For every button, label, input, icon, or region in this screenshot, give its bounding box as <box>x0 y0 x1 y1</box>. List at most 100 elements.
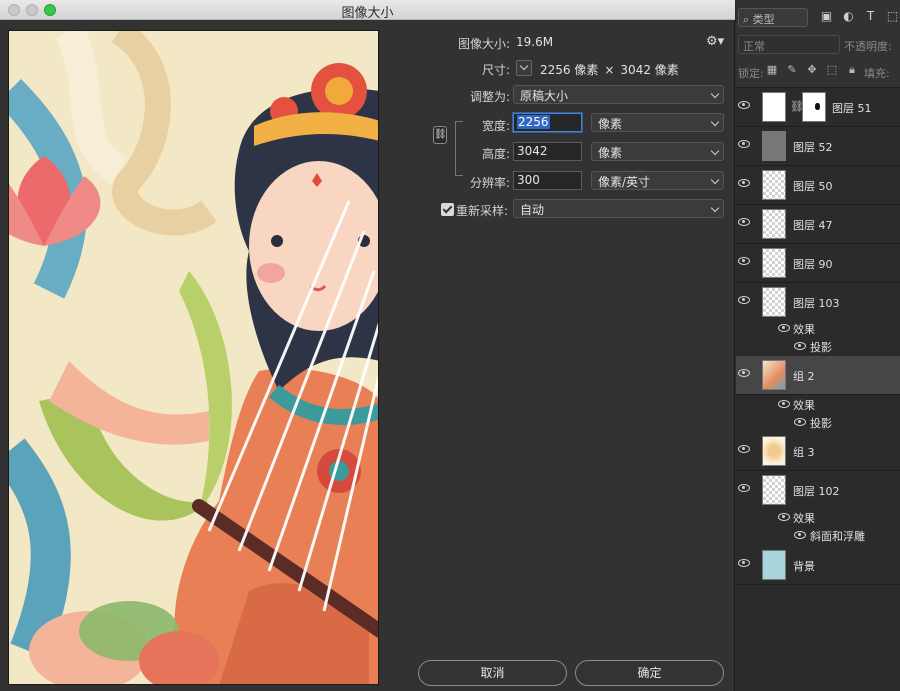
eye-icon[interactable] <box>778 400 790 408</box>
layer-name: 图层 51 <box>832 102 872 115</box>
effect-bevel-row[interactable]: 斜面和浮雕 <box>736 526 900 544</box>
width-value: 2256 <box>517 115 550 129</box>
resolution-unit-value: 像素/英寸 <box>598 175 651 189</box>
eye-icon[interactable] <box>794 342 806 350</box>
lock-label: 锁定: <box>738 67 764 80</box>
dimensions-height: 3042 像素 <box>620 63 679 77</box>
layer-row[interactable]: 组 2 <box>736 356 900 395</box>
layer-row[interactable]: 图层 102 <box>736 471 900 510</box>
resample-select[interactable]: 自动 <box>513 199 724 218</box>
ok-button[interactable]: 确定 <box>575 660 724 686</box>
layer-mask-thumbnail[interactable] <box>802 92 826 122</box>
layer-row[interactable]: 图层 103 <box>736 283 900 322</box>
fit-to-label: 调整为: <box>469 90 510 104</box>
layers-panel: ⌕ 类型 ▣ ◐ T ⬚ 正常 不透明度: 锁定: ▦ ✎ ✥ ⬚ 🔒︎ 填充:… <box>736 0 900 691</box>
eye-icon[interactable] <box>794 531 806 539</box>
resample-checkbox[interactable] <box>441 203 454 216</box>
resolution-input[interactable]: 300 <box>513 171 582 190</box>
width-unit-value: 像素 <box>598 117 623 131</box>
image-size-label: 图像大小: <box>457 37 510 51</box>
effects-label: 效果 <box>793 399 815 412</box>
eye-icon[interactable] <box>738 140 750 148</box>
chevron-down-icon <box>710 89 720 99</box>
layer-name: 组 3 <box>793 446 815 459</box>
width-input[interactable]: 2256 <box>513 113 582 132</box>
effects-label: 效果 <box>793 512 815 525</box>
dimensions-label: 尺寸: <box>481 63 510 77</box>
layer-row[interactable]: ⛓ 图层 51 <box>736 88 900 127</box>
eye-icon[interactable] <box>738 218 750 226</box>
lock-paint-icon[interactable]: ✎ <box>786 64 798 76</box>
kind-filter-value: 类型 <box>752 13 775 26</box>
eye-icon[interactable] <box>738 559 750 567</box>
layer-row[interactable]: 背景 <box>736 546 900 585</box>
layer-thumbnail <box>762 475 786 505</box>
adjustment-filter-icon[interactable]: ◐ <box>842 10 855 23</box>
eye-icon[interactable] <box>738 257 750 265</box>
layer-name: 图层 103 <box>793 297 840 310</box>
layer-thumbnail <box>762 131 786 161</box>
chevron-down-icon <box>710 203 720 213</box>
width-unit-select[interactable]: 像素 <box>591 113 724 132</box>
eye-icon[interactable] <box>738 484 750 492</box>
shape-filter-icon[interactable]: ⬚ <box>886 10 899 23</box>
eye-icon[interactable] <box>738 445 750 453</box>
height-input[interactable]: 3042 <box>513 142 582 161</box>
lock-transparent-icon[interactable]: ▦ <box>766 64 778 76</box>
eye-icon[interactable] <box>738 369 750 377</box>
effects-row[interactable]: 效果 <box>736 319 900 337</box>
effect-name: 投影 <box>810 417 832 430</box>
chevron-down-icon <box>710 146 720 156</box>
effect-name: 投影 <box>810 341 832 354</box>
type-filter-icon[interactable]: T <box>864 10 877 23</box>
eye-icon[interactable] <box>738 179 750 187</box>
effect-name: 斜面和浮雕 <box>810 530 865 543</box>
height-unit-value: 像素 <box>598 146 623 160</box>
kind-filter-select[interactable]: ⌕ 类型 <box>738 8 808 27</box>
eye-icon[interactable] <box>738 101 750 109</box>
eye-icon[interactable] <box>778 324 790 332</box>
layer-thumbnail <box>762 360 786 390</box>
layer-name: 图层 102 <box>793 485 840 498</box>
image-filter-icon[interactable]: ▣ <box>820 10 833 23</box>
dimensions-width: 2256 像素 <box>540 63 599 77</box>
dimensions-unit-dropdown[interactable] <box>516 60 532 76</box>
effect-drop-shadow-row[interactable]: 投影 <box>736 337 900 355</box>
eye-icon[interactable] <box>794 418 806 426</box>
lock-move-icon[interactable]: ✥ <box>806 64 818 76</box>
height-value: 3042 <box>517 144 548 158</box>
layer-row[interactable]: 组 3 <box>736 432 900 471</box>
resample-value: 自动 <box>520 203 545 217</box>
eye-icon[interactable] <box>738 296 750 304</box>
cancel-button[interactable]: 取消 <box>418 660 567 686</box>
layer-row[interactable]: 图层 90 <box>736 244 900 283</box>
layers-toolbar: ⌕ 类型 ▣ ◐ T ⬚ 正常 不透明度: 锁定: ▦ ✎ ✥ ⬚ 🔒︎ 填充: <box>736 0 900 88</box>
layer-row[interactable]: 图层 52 <box>736 127 900 166</box>
layer-name: 图层 90 <box>793 258 833 271</box>
resolution-unit-select[interactable]: 像素/英寸 <box>591 171 724 190</box>
effects-row[interactable]: 效果 <box>736 395 900 413</box>
resolution-value: 300 <box>517 173 540 187</box>
layer-thumbnail <box>762 550 786 580</box>
fit-to-select[interactable]: 原稿大小 <box>513 85 724 104</box>
gear-icon[interactable]: ⚙▾ <box>706 34 724 49</box>
layer-thumbnail <box>762 92 786 122</box>
lock-all-icon[interactable]: 🔒︎ <box>846 64 858 76</box>
effect-drop-shadow-row[interactable]: 投影 <box>736 413 900 431</box>
layer-thumbnail <box>762 436 786 466</box>
height-unit-select[interactable]: 像素 <box>591 142 724 161</box>
lock-artboard-icon[interactable]: ⬚ <box>826 64 838 76</box>
fit-to-value: 原稿大小 <box>520 89 569 103</box>
resolution-label: 分辨率: <box>469 176 510 190</box>
dimensions-readout: 2256 像素 × 3042 像素 <box>540 61 679 78</box>
layer-row[interactable]: 图层 50 <box>736 166 900 205</box>
image-preview[interactable] <box>8 30 379 685</box>
layer-name: 背景 <box>793 560 815 573</box>
layer-row[interactable]: 图层 47 <box>736 205 900 244</box>
eye-icon[interactable] <box>778 513 790 521</box>
image-size-value: 19.6M <box>516 35 554 49</box>
layer-name: 图层 47 <box>793 219 833 232</box>
effects-row[interactable]: 效果 <box>736 508 900 526</box>
blend-mode-select[interactable]: 正常 <box>738 35 840 54</box>
layer-thumbnail <box>762 209 786 239</box>
